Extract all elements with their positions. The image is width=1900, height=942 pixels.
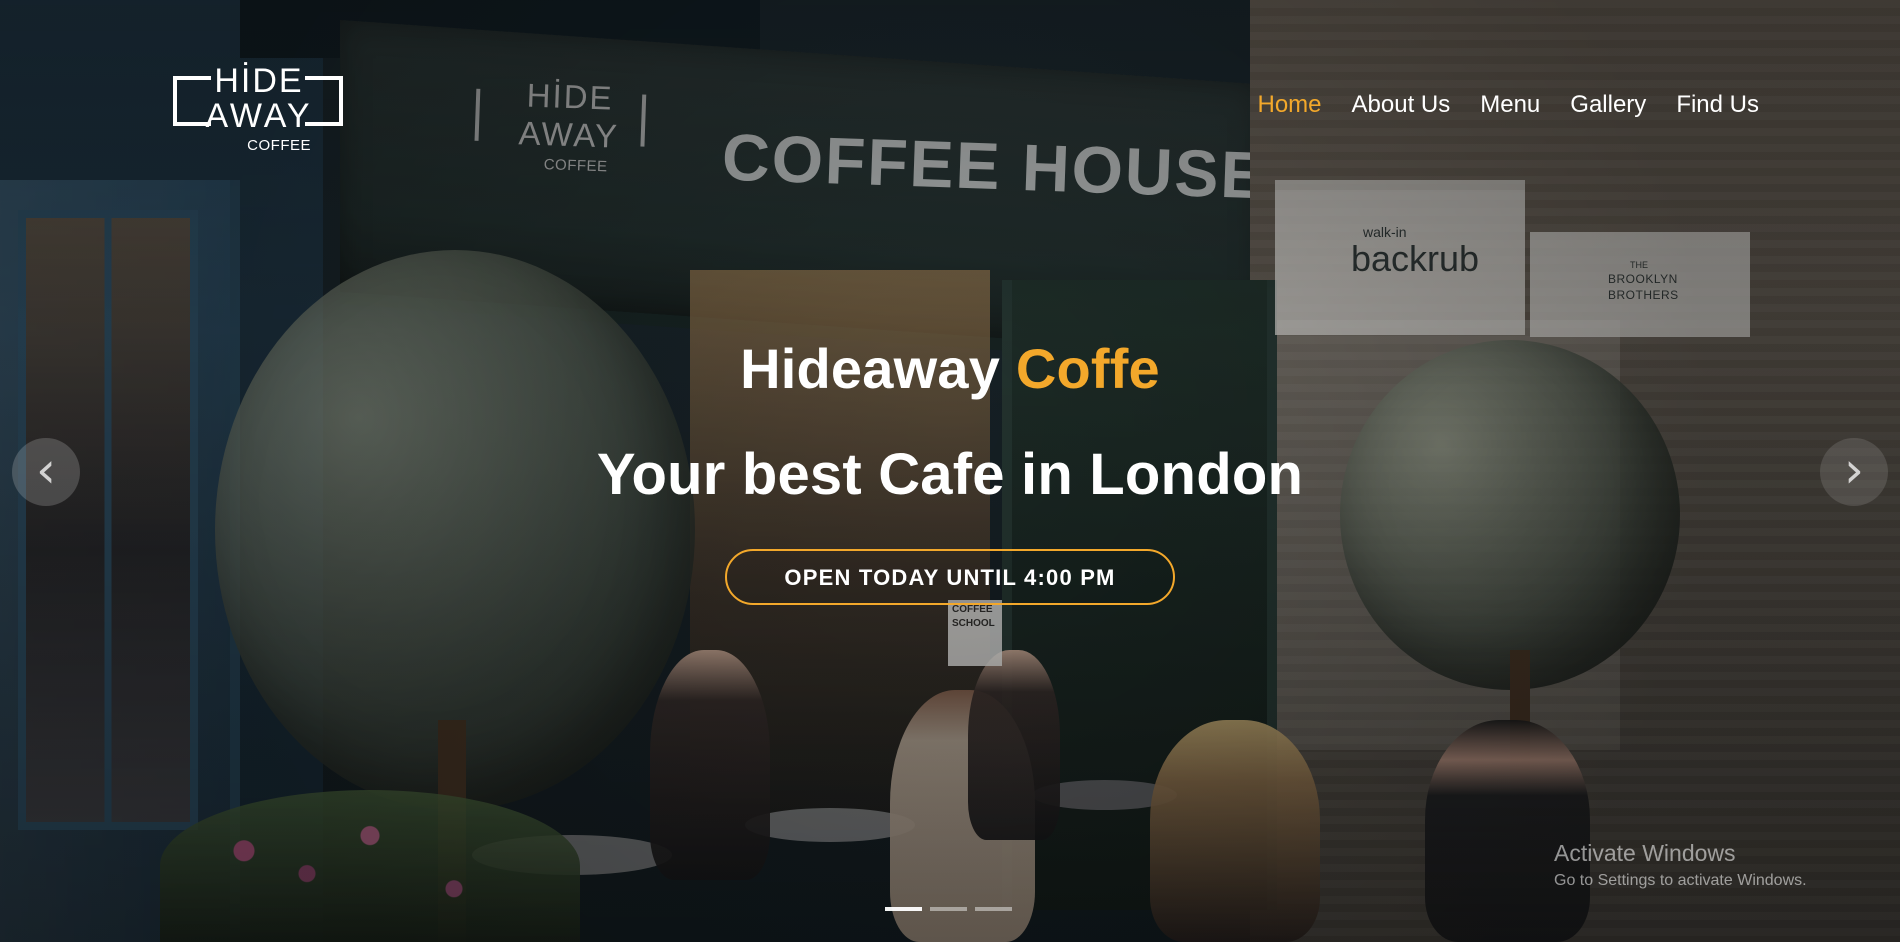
tree-trunk-left — [438, 720, 466, 942]
opening-hours-button[interactable]: OPEN TODAY UNTIL 4:00 PM — [725, 549, 1175, 605]
window-sign-line-1: COFFEE — [952, 604, 993, 615]
cafe-guest-4 — [1150, 720, 1320, 942]
flower-bed — [160, 790, 580, 942]
carousel-indicator-2[interactable] — [930, 907, 967, 911]
hero-title-accent: Coffe — [1015, 337, 1160, 400]
neighbor-sign-backrub: walk-in backrub — [1275, 180, 1525, 335]
carousel-indicator-3[interactable] — [975, 907, 1012, 911]
cafe-guest-1 — [650, 650, 770, 880]
neighbor-sign-brooklyn-mid: BROOKLYN — [1608, 272, 1678, 286]
carousel-indicators — [885, 907, 1012, 911]
cafe-table-1 — [472, 835, 672, 875]
windows-activation-watermark: Activate Windows Go to Settings to activ… — [1554, 839, 1807, 891]
shop-sign-text: COFFEE HOUSE — [720, 119, 1268, 213]
nav-menu[interactable]: Menu — [1480, 91, 1540, 119]
hero-title-prefix: Hideaway — [740, 337, 1001, 400]
logo-top-text: HİDE — [214, 62, 304, 100]
hero-title: Hideaway Coffe — [0, 337, 1900, 401]
hero-banner: HİDE AWAY COFFEE COFFEE HOUSE walk-in ba… — [0, 0, 1900, 942]
logo-mid-text: AWAY — [205, 97, 313, 135]
hero-subtitle: Your best Cafe in London — [596, 442, 1304, 507]
windows-activation-subtitle: Go to Settings to activate Windows. — [1554, 872, 1807, 889]
carousel-indicator-1[interactable] — [885, 907, 922, 911]
nav-home[interactable]: Home — [1257, 91, 1321, 119]
window-sign-line-2: SCHOOL — [952, 618, 995, 629]
storefront-signboard — [340, 20, 1260, 369]
nav-gallery[interactable]: Gallery — [1570, 91, 1646, 119]
nav-about-us[interactable]: About Us — [1352, 91, 1451, 119]
hero-content: Hideaway Coffe Your best Cafe in London … — [0, 337, 1900, 605]
nav-find-us[interactable]: Find Us — [1676, 91, 1759, 119]
cafe-guest-5 — [1425, 720, 1590, 942]
signboard-logo-brackets — [474, 88, 647, 147]
neighbor-sign-backrub-main: backrub — [1351, 238, 1480, 279]
logo-bottom-text: COFFEE — [247, 137, 311, 154]
signboard-logo-top: HİDE — [526, 76, 615, 117]
neighbor-sign-backrub-top: walk-in — [1363, 224, 1407, 240]
awning-top — [240, 0, 760, 58]
site-logo[interactable]: HİDE AWAY COFFEE — [173, 62, 345, 154]
neighbor-sign-brooklyn: THE BROOKLYN BROTHERS — [1530, 232, 1750, 337]
neighbor-sign-brooklyn-top: THE — [1630, 260, 1648, 270]
signboard-logo-mid: AWAY — [518, 114, 620, 155]
windows-activation-title: Activate Windows — [1554, 840, 1736, 866]
cafe-guest-3 — [968, 650, 1060, 840]
main-nav: Home About Us Menu Gallery Find Us — [1257, 91, 1759, 119]
signboard-logo-bottom: COFFEE — [543, 156, 608, 176]
signboard-logo: HİDE AWAY COFFEE — [473, 75, 664, 183]
neighbor-sign-brooklyn-bottom: BROTHERS — [1608, 288, 1679, 302]
